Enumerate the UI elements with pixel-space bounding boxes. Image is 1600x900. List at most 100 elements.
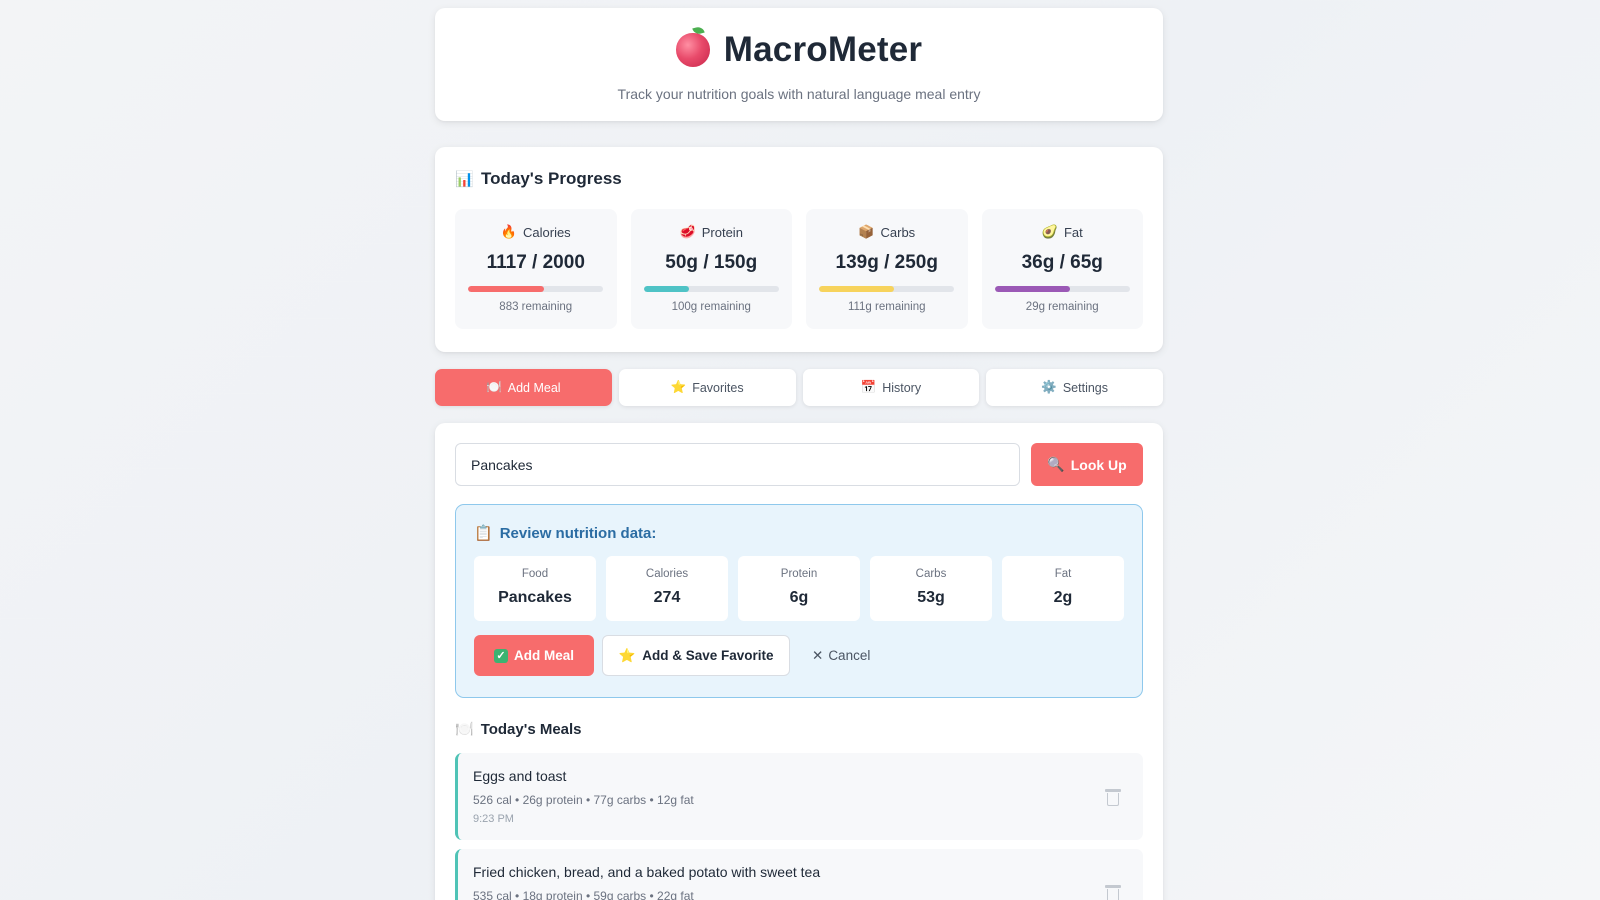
stat-label: Carbs <box>880 224 916 240</box>
field-label: Food <box>521 568 549 580</box>
avocado-icon: 🥑 <box>1041 224 1058 239</box>
field-label: Calories <box>645 568 689 580</box>
tab-label: Favorites <box>692 380 744 395</box>
tab-bar: 🍽️ Add Meal ⭐ Favorites 📅 History ⚙️ Set… <box>435 369 1163 406</box>
tab-favorites[interactable]: ⭐ Favorites <box>618 369 796 406</box>
bar-chart-icon: 📊 <box>455 171 474 188</box>
progress-bar <box>819 286 955 292</box>
field-label: Protein <box>780 568 818 580</box>
fork-knife-icon: 🍽️ <box>455 721 474 738</box>
stats-row: 🔥 Calories 1117 / 2000 883 remaining 🥩 P… <box>455 209 1143 329</box>
meals-title: Today's Meals <box>480 720 582 738</box>
add-meal-label: Add Meal <box>513 648 574 663</box>
progress-fill <box>994 286 1070 292</box>
stat-value: 36g / 65g <box>1021 252 1103 273</box>
meals-heading: 🍽️ Today's Meals <box>455 720 1143 739</box>
progress-card: 📊 Today's Progress 🔥 Calories 1117 / 200… <box>435 147 1163 352</box>
look-up-button[interactable]: 🔍 Look Up <box>1031 443 1143 486</box>
stat-remaining: 883 remaining <box>499 301 573 313</box>
stat-remaining: 100g remaining <box>671 301 751 313</box>
review-heading: 📋 Review nutrition data: <box>474 524 1124 543</box>
plate-icon: 🍽️ <box>486 380 502 394</box>
field-value: 6g <box>789 589 809 606</box>
meat-icon: 🥩 <box>679 224 696 239</box>
stat-remaining: 29g remaining <box>1025 301 1099 313</box>
stat-protein: 🥩 Protein 50g / 150g 100g remaining <box>630 209 792 329</box>
calendar-icon: 📅 <box>860 380 877 394</box>
fire-icon: 🔥 <box>500 224 517 239</box>
stat-label: Fat <box>1063 224 1083 240</box>
stat-value: 50g / 150g <box>665 252 758 273</box>
review-actions: ✓ Add Meal ⭐ Add & Save Favorite ✕ Cance… <box>474 635 1124 676</box>
field-label: Carbs <box>915 568 947 580</box>
progress-fill <box>643 286 689 292</box>
meal-time: 9:23 PM <box>473 813 514 825</box>
search-row: 🔍 Look Up <box>455 443 1143 486</box>
brand: MacroMeter <box>435 30 1163 70</box>
magnifier-icon: 🔍 <box>1047 456 1065 472</box>
clipboard-icon: 📋 <box>474 525 493 542</box>
stat-label: Protein <box>701 224 743 240</box>
app-container: MacroMeter Track your nutrition goals wi… <box>435 8 1163 900</box>
meal-name: Eggs and toast <box>473 768 567 784</box>
field-fat: Fat 2g <box>1002 556 1124 621</box>
stat-value: 139g / 250g <box>835 252 938 273</box>
field-calories: Calories 274 <box>606 556 728 621</box>
stat-value: 1117 / 2000 <box>486 252 585 273</box>
app-header: MacroMeter Track your nutrition goals wi… <box>435 8 1163 121</box>
meal-macros: 535 cal • 18g protein • 59g carbs • 22g … <box>473 889 694 900</box>
cancel-label: Cancel <box>828 648 871 663</box>
progress-heading: 📊 Today's Progress <box>455 169 1143 189</box>
progress-fill <box>819 286 895 292</box>
field-value: Pancakes <box>498 589 572 606</box>
trash-icon[interactable] <box>1105 789 1121 806</box>
review-panel: 📋 Review nutrition data: Food Pancakes C… <box>455 504 1143 698</box>
look-up-label: Look Up <box>1070 456 1127 473</box>
tab-history[interactable]: 📅 History <box>802 369 980 406</box>
progress-title: Today's Progress <box>481 169 622 188</box>
trash-icon[interactable] <box>1105 885 1121 900</box>
stat-label: Calories <box>523 224 571 240</box>
stat-fat: 🥑 Fat 36g / 65g 29g remaining <box>981 209 1143 329</box>
field-protein: Protein 6g <box>738 556 860 621</box>
check-icon: ✓ <box>493 648 508 663</box>
app-title: MacroMeter <box>723 30 923 69</box>
add-meal-button[interactable]: ✓ Add Meal <box>474 635 594 676</box>
progress-bar <box>643 286 779 292</box>
add-save-favorite-label: Add & Save Favorite <box>642 648 774 663</box>
stat-carbs: 📦 Carbs 139g / 250g 111g remaining <box>806 209 968 329</box>
tab-add-meal[interactable]: 🍽️ Add Meal <box>435 369 612 406</box>
star-icon: ⭐ <box>618 647 636 663</box>
progress-fill <box>468 286 544 292</box>
meal-search-input[interactable] <box>455 443 1020 486</box>
stat-remaining: 111g remaining <box>847 301 926 313</box>
star-icon: ⭐ <box>670 380 687 394</box>
meal-macros: 526 cal • 26g protein • 77g carbs • 12g … <box>473 793 694 807</box>
app-subtitle: Track your nutrition goals with natural … <box>617 86 981 102</box>
field-value: 53g <box>917 589 945 606</box>
gear-icon: ⚙️ <box>1041 380 1057 394</box>
review-title: Review nutrition data: <box>499 524 657 542</box>
meal-item: Eggs and toast 526 cal • 26g protein • 7… <box>455 753 1143 840</box>
tab-label: Add Meal <box>507 380 561 395</box>
tab-label: Settings <box>1062 380 1108 395</box>
meal-item: Fried chicken, bread, and a baked potato… <box>455 849 1143 900</box>
meal-name: Fried chicken, bread, and a baked potato… <box>473 864 821 880</box>
field-carbs: Carbs 53g <box>870 556 992 621</box>
stat-calories: 🔥 Calories 1117 / 2000 883 remaining <box>455 209 617 329</box>
add-meal-panel: 🔍 Look Up 📋 Review nutrition data: Food … <box>435 423 1163 900</box>
field-value: 2g <box>1053 589 1073 606</box>
field-food: Food Pancakes <box>474 556 596 621</box>
apple-icon <box>675 33 710 67</box>
close-icon: ✕ <box>812 647 824 663</box>
nutrition-fields: Food Pancakes Calories 274 Protein 6g Ca… <box>474 556 1124 621</box>
progress-bar <box>468 286 604 292</box>
field-label: Fat <box>1054 568 1072 580</box>
tab-label: History <box>882 380 922 395</box>
field-value: 274 <box>653 589 681 606</box>
tab-settings[interactable]: ⚙️ Settings <box>986 369 1163 406</box>
box-icon: 📦 <box>858 224 875 239</box>
add-save-favorite-button[interactable]: ⭐ Add & Save Favorite <box>602 635 790 676</box>
cancel-button[interactable]: ✕ Cancel <box>812 648 870 664</box>
progress-bar <box>994 286 1130 292</box>
